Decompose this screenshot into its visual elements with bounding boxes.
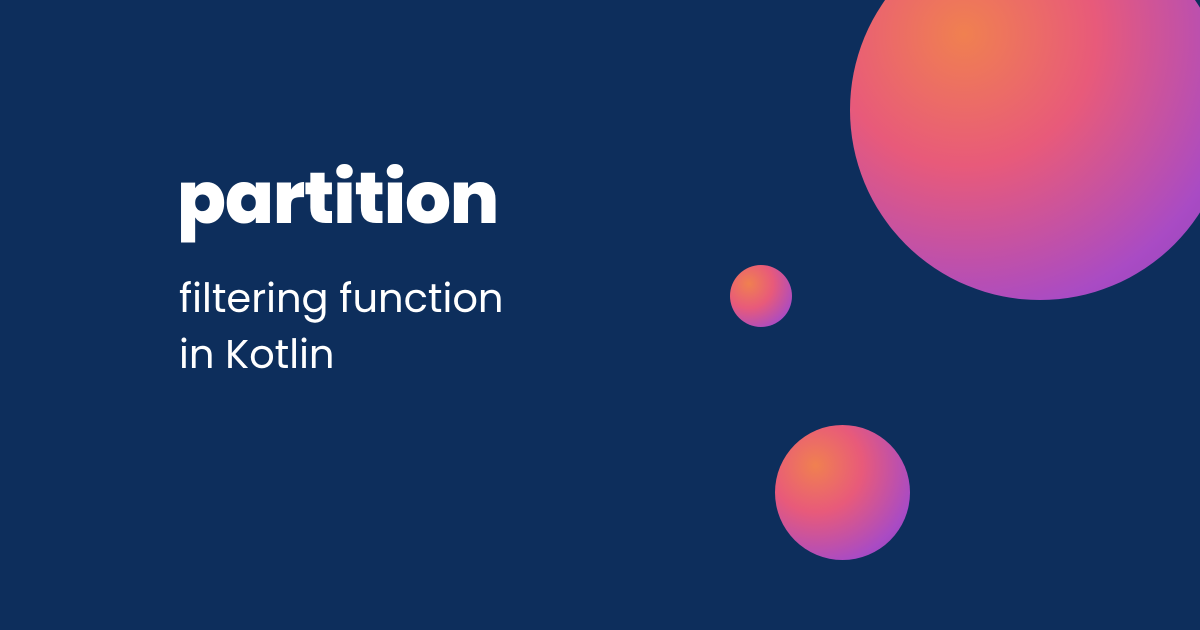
page-title: partition (177, 145, 498, 253)
decorative-circle-small (730, 265, 792, 327)
banner-container: partition filtering function in Kotlin (0, 0, 1200, 630)
page-subtitle: filtering function in Kotlin (179, 270, 504, 382)
subtitle-line-1: filtering function (179, 270, 504, 326)
subtitle-line-2: in Kotlin (179, 326, 504, 382)
decorative-circle-large (850, 0, 1200, 300)
decorative-circle-medium (775, 425, 910, 560)
